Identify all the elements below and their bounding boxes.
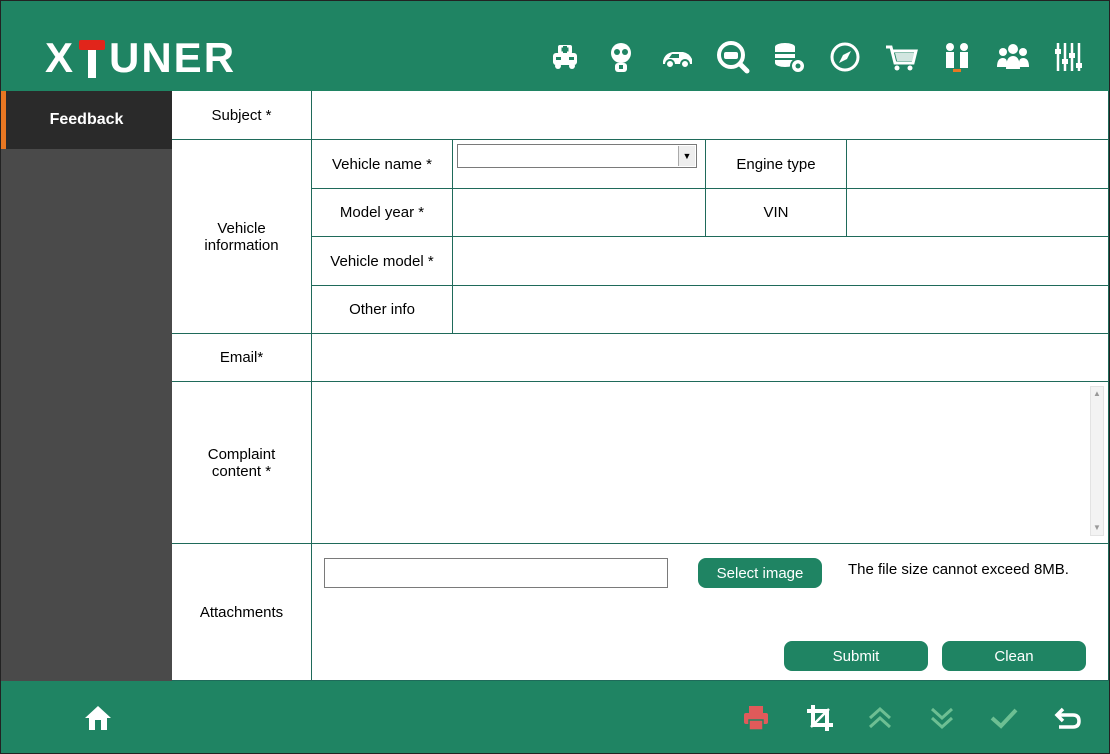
shopping-cart-icon[interactable] [879, 35, 923, 79]
back-icon[interactable] [1049, 699, 1087, 737]
technician-icon[interactable] [599, 35, 643, 79]
scrollbar[interactable]: ▲ ▼ [1090, 386, 1104, 536]
logo-text-uner: UNER [109, 34, 237, 81]
print-icon[interactable] [737, 699, 775, 737]
email-label: Email* [172, 334, 312, 382]
settings-sliders-icon[interactable] [1047, 35, 1091, 79]
active-indicator [1, 91, 6, 149]
file-path-input[interactable] [324, 558, 668, 588]
model-year-input[interactable] [453, 189, 706, 237]
car-icon[interactable] [655, 35, 699, 79]
select-image-button[interactable]: Select image [698, 558, 822, 588]
scroll-up-icon[interactable]: ▲ [1091, 387, 1103, 401]
subject-input[interactable] [312, 91, 1109, 140]
complaint-label: Complaint content * [172, 382, 312, 544]
logo-text-x: X [45, 34, 76, 81]
subject-label: Subject * [172, 91, 312, 140]
engine-type-input[interactable] [847, 140, 1109, 189]
chevron-down-icon[interactable]: ▼ [678, 146, 695, 166]
attachments-label: Attachments [172, 544, 312, 681]
feedback-form: Subject * Vehicle information Vehicle na… [172, 91, 1109, 681]
vehicle-model-input[interactable] [453, 237, 1109, 286]
vehicle-info-label: Vehicle information [172, 140, 312, 334]
vehicle-name-cell: ▼ [453, 140, 706, 189]
sidebar-item-label: Feedback [49, 111, 124, 128]
sidebar: Feedback [1, 91, 172, 681]
other-info-label: Other info [312, 286, 453, 334]
car-diagnosis-icon[interactable] [543, 35, 587, 79]
bottom-bar [1, 681, 1109, 753]
vehicle-model-label: Vehicle model * [312, 237, 453, 286]
app-window: X UNER Feedback Subject * Vehicle inform… [0, 0, 1110, 754]
engine-type-label: Engine type [706, 140, 847, 189]
top-bar: X UNER [1, 1, 1109, 91]
email-field[interactable] [312, 334, 1109, 382]
vehicle-name-select[interactable]: ▼ [457, 144, 697, 168]
vin-input[interactable] [847, 189, 1109, 237]
crop-icon[interactable] [801, 699, 839, 737]
page-down-icon[interactable] [923, 699, 961, 737]
clean-button[interactable]: Clean [942, 641, 1086, 671]
logo-t-mark [79, 38, 106, 78]
sidebar-item-feedback[interactable]: Feedback [1, 91, 172, 149]
complaint-textarea[interactable]: ▲ ▼ [312, 382, 1109, 544]
attachments-cell: Select image The file size cannot exceed… [312, 544, 1109, 681]
search-car-icon[interactable] [711, 35, 755, 79]
model-year-label: Model year * [312, 189, 453, 237]
group-icon[interactable] [991, 35, 1035, 79]
other-info-input[interactable] [453, 286, 1109, 334]
vin-label: VIN [706, 189, 847, 237]
submit-button[interactable]: Submit [784, 641, 928, 671]
page-up-icon[interactable] [861, 699, 899, 737]
file-size-note: The file size cannot exceed 8MB. [848, 561, 1069, 578]
people-icon[interactable] [935, 35, 979, 79]
database-settings-icon[interactable] [767, 35, 811, 79]
confirm-icon[interactable] [985, 699, 1023, 737]
xtuner-logo: X UNER [45, 31, 236, 85]
top-toolbar [543, 35, 1091, 85]
vehicle-name-label: Vehicle name * [312, 140, 453, 189]
home-icon[interactable] [79, 699, 117, 737]
compass-icon[interactable] [823, 35, 867, 79]
scroll-down-icon[interactable]: ▼ [1091, 521, 1103, 535]
